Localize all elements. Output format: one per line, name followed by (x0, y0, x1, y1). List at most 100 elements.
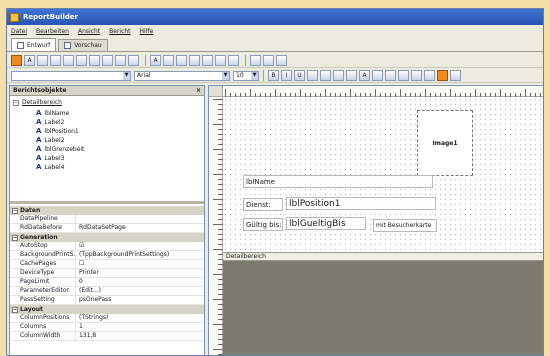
dbbarcode-tool-icon[interactable] (215, 54, 226, 66)
dbcalc-tool-icon[interactable] (189, 54, 200, 66)
align-right-icon[interactable] (333, 70, 344, 81)
prop-row[interactable]: ColumnPositions (TStrings) (10, 314, 204, 323)
dbimage-tool-icon[interactable] (202, 54, 213, 66)
prop-value[interactable]: (TppBackgroundPrintSettings) (76, 251, 204, 259)
prop-row[interactable]: DeviceType Printer (10, 269, 204, 278)
menu-bearbeiten[interactable]: Bearbeiten (36, 28, 69, 35)
prop-value[interactable]: 0 (76, 278, 204, 286)
chart-tool-icon[interactable] (128, 54, 139, 66)
prop-row[interactable]: ParameterEditor (Edit...) (10, 287, 204, 296)
image-component[interactable]: Image1 (417, 110, 473, 176)
calc-tool-icon[interactable] (63, 54, 74, 66)
prop-row[interactable]: CachePages ☐ (10, 260, 204, 269)
prop-section-layout[interactable]: − Layout (10, 305, 204, 314)
prop-value[interactable]: ☐ (76, 260, 204, 268)
ruler-tick (375, 89, 376, 97)
prop-value[interactable] (76, 215, 204, 223)
report-canvas[interactable]: Image1 lblName Dienst: lblPosition1 Gült… (223, 97, 543, 252)
tab-vorschau[interactable]: Vorschau (58, 39, 108, 51)
align-left-icon[interactable] (307, 70, 318, 81)
field-besucher[interactable]: mit Besucherkarte (373, 219, 437, 232)
prop-row[interactable]: BackgroundPrintS... (TppBackgroundPrintS… (10, 251, 204, 260)
memo-tool-icon[interactable] (37, 54, 48, 66)
shape-tool-icon[interactable] (89, 54, 100, 66)
prop-value[interactable]: 1 (76, 323, 204, 331)
fill-color-icon[interactable] (385, 70, 396, 81)
paint-icon[interactable] (437, 70, 448, 81)
tree-item[interactable]: A lblPosition1 (36, 127, 79, 135)
field-besucher-text: mit Besucherkarte (376, 222, 432, 229)
align-center-icon[interactable] (320, 70, 331, 81)
size-combo[interactable]: 10 ▼ (233, 70, 259, 81)
menu-ansicht[interactable]: Ansicht (78, 28, 100, 35)
tab-entwurf[interactable]: Entwurf (11, 38, 57, 51)
font-color-icon[interactable]: A (359, 70, 370, 81)
field-gueltig-value[interactable]: lblGueltigBis (286, 217, 366, 230)
prop-value[interactable]: (Edit...) (76, 287, 204, 295)
menu-hilfe[interactable]: Hilfe (140, 28, 154, 35)
menu-bericht[interactable]: Bericht (109, 28, 130, 35)
select-tool-icon[interactable] (11, 54, 22, 66)
field-gueltig-label[interactable]: Gültig bis: (243, 218, 283, 231)
close-icon[interactable]: × (196, 87, 201, 94)
tree-item[interactable]: A Label3 (36, 154, 64, 162)
label-component-icon: A (36, 127, 42, 135)
line-color-icon[interactable] (398, 70, 409, 81)
detail-band-bar[interactable]: Detailbereich (223, 252, 543, 261)
barcode-tool-icon[interactable] (115, 54, 126, 66)
ruler-tick (225, 89, 226, 97)
field-name[interactable]: lblName (243, 175, 433, 188)
tree-item[interactable]: A Label2 (36, 118, 64, 126)
tree-item[interactable]: A lblName (36, 109, 69, 117)
component-combo[interactable]: ▼ (11, 70, 131, 81)
prop-value[interactable]: Printer (76, 269, 204, 277)
crosstab-tool-icon[interactable] (276, 54, 287, 66)
subreport-tool-icon[interactable] (263, 54, 274, 66)
send-back-icon[interactable] (424, 70, 435, 81)
prop-name: ColumnWidth (10, 332, 76, 340)
dbtext-tool-icon[interactable]: A (150, 54, 161, 66)
ruler-tick (400, 89, 401, 97)
prop-value[interactable]: (TStrings) (76, 314, 204, 322)
tree-item[interactable]: A Label4 (36, 163, 64, 171)
image-tool-icon[interactable] (76, 54, 87, 66)
field-position[interactable]: lblPosition1 (286, 197, 436, 210)
prop-value[interactable]: 131,8 (76, 332, 204, 340)
line-tool-icon[interactable] (102, 54, 113, 66)
prop-row[interactable]: AutoStop ☑ (10, 242, 204, 251)
dbchart-tool-icon[interactable] (228, 54, 239, 66)
tree-root-detail[interactable]: − Detailbereich (13, 99, 62, 106)
dbmemo-tool-icon[interactable] (163, 54, 174, 66)
region-tool-icon[interactable] (250, 54, 261, 66)
prop-value[interactable]: ☑ (76, 242, 204, 250)
bold-icon[interactable]: B (268, 70, 279, 81)
prop-section-daten[interactable]: − Daten (10, 206, 204, 215)
highlight-icon[interactable] (372, 70, 383, 81)
prop-row[interactable]: ColumnWidth 131,8 (10, 332, 204, 341)
underline-icon[interactable]: U (294, 70, 305, 81)
collapse-icon[interactable]: − (13, 99, 19, 106)
dbrichtext-tool-icon[interactable] (176, 54, 187, 66)
prop-value[interactable]: RdDataSetPage (76, 224, 204, 232)
prop-row[interactable]: RdDataBefore RdDataSetPage (10, 224, 204, 233)
prop-row[interactable]: Columns 1 (10, 323, 204, 332)
prop-row[interactable]: DataPipeline (10, 215, 204, 224)
justify-icon[interactable] (346, 70, 357, 81)
prop-value[interactable]: psOnePass (76, 296, 204, 304)
prop-row[interactable]: PassSetting psOnePass (10, 296, 204, 305)
richtext-tool-icon[interactable] (50, 54, 61, 66)
menu-datei[interactable]: Datei (11, 28, 27, 35)
prop-row[interactable]: PageLimit 0 (10, 278, 204, 287)
tree-item[interactable]: A Label2 (36, 136, 64, 144)
prop-section-generation[interactable]: − Generation (10, 233, 204, 242)
layer-icon[interactable] (450, 70, 461, 81)
prop-name: ColumnPositions (10, 314, 76, 322)
prop-name: BackgroundPrintS... (10, 251, 76, 259)
label-tool-icon[interactable]: A (24, 54, 35, 66)
font-combo[interactable]: Arial ▼ (134, 70, 230, 81)
tree-item[interactable]: A lblGrenzebeit (36, 145, 84, 153)
ruler-corner (209, 86, 223, 97)
field-dienst-label[interactable]: Dienst: (243, 198, 283, 211)
bring-front-icon[interactable] (411, 70, 422, 81)
italic-icon[interactable]: I (281, 70, 292, 81)
